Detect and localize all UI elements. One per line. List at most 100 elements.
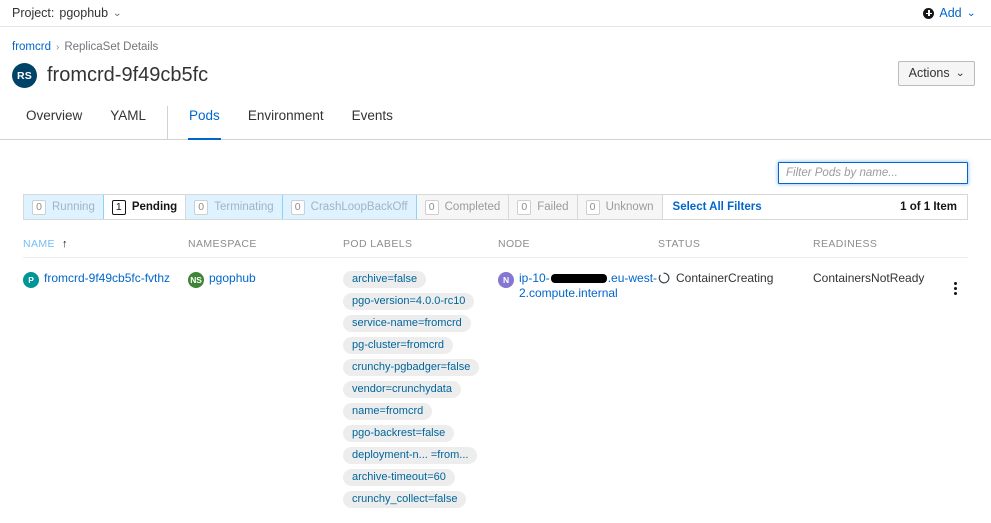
tab-divider [167,106,169,139]
status-text: ContainerCreating [676,271,774,285]
filter-chip-completed[interactable]: 0 Completed [416,195,510,219]
column-header-actions [943,220,968,258]
tab-pods-label: Pods [189,108,220,123]
tab-bar: Overview YAML Pods Environment Events [0,106,991,140]
filter-chip-terminating-count: 0 [194,199,209,215]
chevron-down-icon: ⌄ [954,67,965,79]
pod-label-chip[interactable]: pgo-backrest=false [343,425,455,442]
filter-chip-running-label: Running [52,201,95,213]
actions-button[interactable]: Actions ⌄ [897,61,975,86]
item-count-label: 1 of 1 Item [900,201,957,213]
tab-overview-label: Overview [26,108,83,123]
breadcrumb: fromcrd › ReplicaSet Details [12,41,975,53]
pod-label-chip[interactable]: crunchy_collect=false [343,491,467,508]
actions-button-label: Actions [908,66,950,80]
project-label: Project: [12,6,55,20]
filter-chip-pending[interactable]: 1 Pending [103,195,187,219]
node-badge: N [498,272,514,288]
chevron-down-icon: ⌄ [112,7,123,19]
status-filter-bar: 0 Running 1 Pending 0 Terminating 0 Cras… [23,194,968,220]
node-name-prefix: ip-10- [519,271,550,285]
column-header-node[interactable]: NODE [498,220,658,258]
project-selector[interactable]: pgophub ⌄ [54,6,123,20]
pod-label-chip[interactable]: archive=false [343,271,427,288]
pod-label-chip[interactable]: name=fromcrd [343,403,433,420]
column-header-status[interactable]: STATUS [658,220,813,258]
filter-chip-failed[interactable]: 0 Failed [509,195,578,219]
pod-label-chip[interactable]: pg-cluster=fromcrd [343,337,454,354]
cell-node: N ip-10- .eu-west-2.compute.internal [498,258,658,509]
tab-pods[interactable]: Pods [175,106,234,140]
page-title: fromcrd-9f49cb5fc [47,64,209,86]
select-all-filters-link[interactable]: Select All Filters [663,195,772,219]
tab-environment[interactable]: Environment [234,106,338,139]
filter-chip-crashloopbackoff-count: 0 [290,199,305,215]
pod-label-chip[interactable]: archive-timeout=60 [343,469,455,486]
table-header-row: NAME ↑ NAMESPACE POD LABELS NODE STATUS R… [23,220,968,258]
tab-events[interactable]: Events [338,106,407,139]
cell-status: ContainerCreating [658,258,813,509]
cell-actions [943,258,968,509]
title-row: RS fromcrd-9f49cb5fc [12,63,975,88]
tab-overview[interactable]: Overview [12,106,96,139]
cell-readiness: ContainersNotReady [813,271,925,285]
filter-chip-unknown-count: 0 [585,199,600,215]
breadcrumb-separator: › [55,42,60,53]
cell-namespace: NS pgophub [188,258,343,509]
filter-chip-unknown-label: Unknown [605,201,654,213]
filter-chip-failed-count: 0 [517,199,532,215]
project-bar: Project: pgophub ⌄ Add ⌄ [0,0,991,27]
filter-chip-pending-count: 1 [111,199,126,215]
namespace-badge: NS [188,272,204,288]
filter-chip-unknown[interactable]: 0 Unknown [577,195,663,219]
tab-events-label: Events [351,108,393,123]
column-header-name[interactable]: NAME ↑ [23,220,188,258]
column-header-name-label: NAME [23,238,55,250]
sort-ascending-icon: ↑ [61,238,68,250]
add-button-label: Add [939,6,962,20]
filter-chip-terminating[interactable]: 0 Terminating [186,195,283,219]
filter-chip-completed-count: 0 [424,199,439,215]
filter-chip-crashloopbackoff-label: CrashLoopBackOff [310,201,408,213]
kebab-menu-icon[interactable] [954,282,957,295]
pod-label-chip[interactable]: pgo-version=4.0.0-rc10 [343,293,475,310]
breadcrumb-link-parent[interactable]: fromcrd [12,41,51,53]
add-button[interactable]: Add ⌄ [923,6,976,20]
plus-circle-icon [923,7,935,19]
filter-pods-input[interactable] [778,162,968,184]
pod-badge: P [23,272,39,288]
pods-table: NAME ↑ NAMESPACE POD LABELS NODE STATUS R… [23,220,968,508]
filter-chip-pending-label: Pending [131,201,178,213]
filter-chip-terminating-label: Terminating [214,201,274,213]
cell-pod-labels: archive=false pgo-version=4.0.0-rc10 ser… [343,258,498,508]
filter-chip-running[interactable]: 0 Running [24,195,104,219]
column-header-pod-labels[interactable]: POD LABELS [343,220,498,258]
chevron-down-icon: ⌄ [965,7,976,19]
filter-bar-spacer [772,195,901,219]
pods-toolbar [0,140,991,194]
spinner-icon [658,272,670,284]
tab-yaml-label: YAML [110,108,147,123]
filter-chip-crashloopbackoff[interactable]: 0 CrashLoopBackOff [282,195,417,219]
replicaset-badge: RS [12,63,37,88]
node-link[interactable]: ip-10- .eu-west-2.compute.internal [519,271,658,301]
filter-chip-completed-label: Completed [444,201,501,213]
table-row: P fromcrd-9f49cb5fc-fvthz NS pgophub arc… [23,258,968,509]
column-header-namespace[interactable]: NAMESPACE [188,220,343,258]
project-name: pgophub [59,6,109,20]
pod-label-chip[interactable]: deployment-n... =from... [343,447,478,464]
pod-labels-list: archive=false pgo-version=4.0.0-rc10 ser… [343,271,498,508]
kebab-wrap [943,271,968,295]
namespace-link[interactable]: pgophub [209,271,256,286]
pod-label-chip[interactable]: crunchy-pgbadger=false [343,359,480,376]
page-header: fromcrd › ReplicaSet Details RS fromcrd-9f… [0,27,991,88]
filter-chip-running-count: 0 [32,199,46,215]
tab-yaml[interactable]: YAML [96,106,160,139]
filter-chip-failed-label: Failed [537,201,569,213]
cell-name: P fromcrd-9f49cb5fc-fvthz [23,258,188,509]
pod-label-chip[interactable]: service-name=fromcrd [343,315,471,332]
column-header-readiness[interactable]: READINESS [813,220,943,258]
pod-label-chip[interactable]: vendor=crunchydata [343,381,461,398]
breadcrumb-current: ReplicaSet Details [64,41,159,53]
pod-name-link[interactable]: fromcrd-9f49cb5fc-fvthz [44,271,170,286]
